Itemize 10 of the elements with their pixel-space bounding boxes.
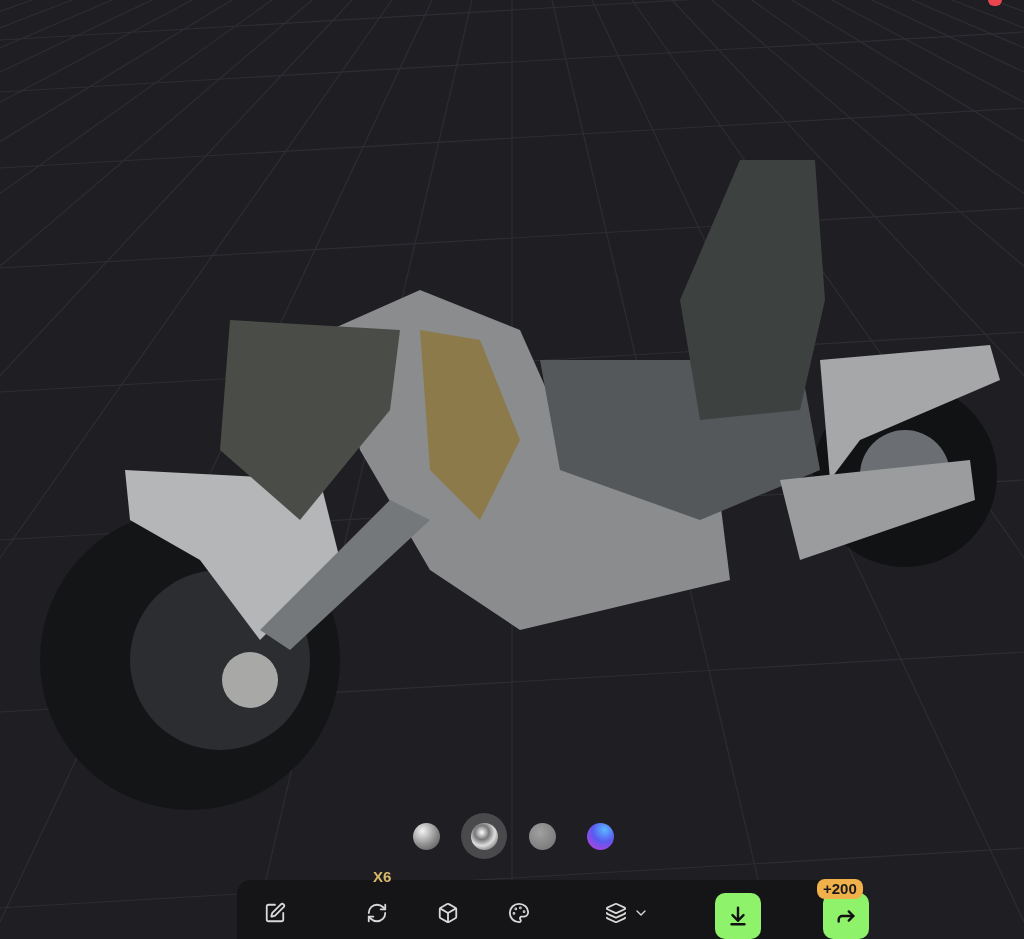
share-button[interactable] <box>823 893 869 939</box>
pen-square-icon <box>264 902 286 924</box>
download-button[interactable] <box>715 893 761 939</box>
credit-count-label: X6 <box>373 867 392 887</box>
refresh-icon <box>366 902 388 924</box>
palette-icon <box>508 902 530 924</box>
cube-icon <box>437 902 459 924</box>
layers-icon <box>605 902 627 924</box>
points-badge: +200 <box>817 879 863 899</box>
download-icon <box>727 905 749 927</box>
